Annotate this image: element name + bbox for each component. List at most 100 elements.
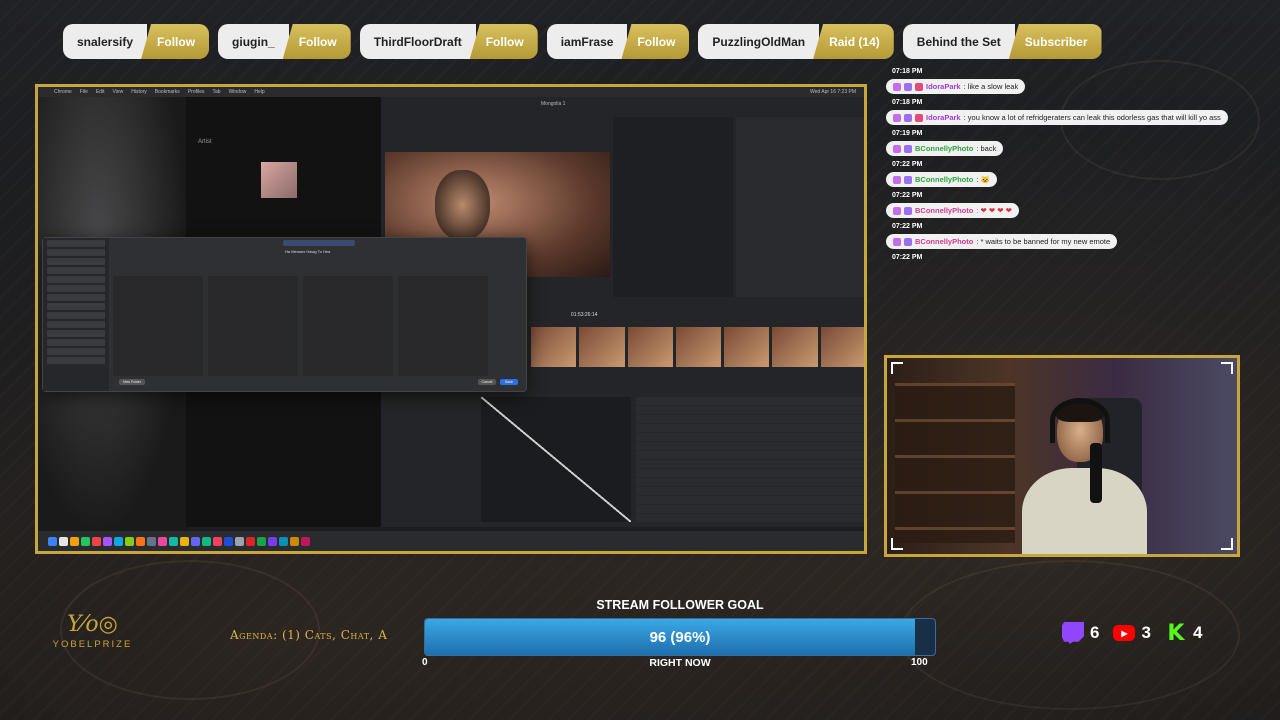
kick-count: 4 <box>1192 623 1203 642</box>
platform-count: K 4 <box>1165 620 1203 646</box>
event-pill: PuzzlingOldMan Raid (14) <box>698 24 894 59</box>
save-dialog[interactable]: Ha Mensex Hawg To Hea New Folder Cancel … <box>42 237 527 392</box>
album-cover[interactable] <box>261 162 297 198</box>
goal-value: 96 (96%) <box>649 629 711 646</box>
chat-username[interactable]: BConnellyPhoto <box>915 206 973 215</box>
chat-timestamp: 07:19 PM <box>892 130 923 137</box>
new-folder-button[interactable]: New Folder <box>119 379 145 385</box>
dock-app-icon[interactable] <box>180 536 189 546</box>
filename-input[interactable]: Ha Mensex Hawg To Hea <box>283 240 355 254</box>
goal-progress-bar: 96 (96%) <box>424 618 936 656</box>
chat-feed: 07:18 PM IdoraPark: like a slow leak 07:… <box>886 66 1276 263</box>
chat-text: : 🐱 <box>976 175 990 184</box>
node-graph[interactable] <box>613 117 733 297</box>
mac-menubar[interactable]: Chrome File Edit View History Bookmarks … <box>38 87 864 97</box>
dock-app-icon[interactable] <box>279 536 288 546</box>
menu-item[interactable]: Profiles <box>188 89 205 95</box>
viewer-subject <box>435 170 490 240</box>
frame-corner <box>1221 362 1233 374</box>
curves-editor[interactable] <box>481 397 631 522</box>
menu-item[interactable]: File <box>80 89 88 95</box>
timeline-clip[interactable] <box>627 327 673 367</box>
chat-username[interactable]: BConnellyPhoto <box>915 144 973 153</box>
timeline-clip[interactable] <box>675 327 722 367</box>
dock-app-icon[interactable] <box>136 536 145 546</box>
save-label: Save <box>505 380 513 384</box>
dock-app-icon[interactable] <box>169 536 178 546</box>
inspector-panel[interactable] <box>736 117 864 297</box>
chat-username[interactable]: BConnellyPhoto <box>915 237 973 246</box>
platform-count: ▶ 3 <box>1113 623 1151 643</box>
cancel-button[interactable]: Cancel <box>478 379 496 385</box>
dock-app-icon[interactable] <box>48 536 57 546</box>
dock-app-icon[interactable] <box>70 536 79 546</box>
folder-column[interactable] <box>113 276 203 376</box>
new-folder-label: New Folder <box>123 380 141 384</box>
menu-item[interactable]: Tab <box>213 89 221 95</box>
dialog-sidebar[interactable] <box>43 238 109 391</box>
clip-strip[interactable] <box>531 327 864 367</box>
dock-app-icon[interactable] <box>213 536 222 546</box>
timeline-clip[interactable] <box>531 327 577 367</box>
badge-icon <box>904 82 912 91</box>
mac-dock[interactable] <box>38 531 864 551</box>
chat-text: : back <box>976 144 997 153</box>
dock-app-icon[interactable] <box>103 536 112 546</box>
dock-app-icon[interactable] <box>268 536 277 546</box>
menu-item[interactable]: Bookmarks <box>155 89 180 95</box>
menu-item[interactable]: Window <box>229 89 247 95</box>
folder-column[interactable] <box>398 276 488 376</box>
chat-message: BConnellyPhoto: back <box>886 141 1004 156</box>
agenda-ticker: Agenda: (1) Cats, Chat, A <box>230 628 388 642</box>
dock-app-icon[interactable] <box>114 536 123 546</box>
cancel-label: Cancel <box>481 380 493 384</box>
dock-app-icon[interactable] <box>59 536 68 546</box>
menu-item[interactable]: View <box>112 89 123 95</box>
dock-app-icon[interactable] <box>235 536 244 546</box>
chat-username[interactable]: IdoraPark <box>926 113 961 122</box>
dock-app-icon[interactable] <box>92 536 101 546</box>
timeline-clip[interactable] <box>820 327 864 367</box>
project-title: Mongolia 1 <box>541 101 566 107</box>
dock-app-icon[interactable] <box>147 536 156 546</box>
folder-column[interactable] <box>303 276 393 376</box>
dock-app-icon[interactable] <box>224 536 233 546</box>
dock-app-icon[interactable] <box>290 536 299 546</box>
dock-app-icon[interactable] <box>191 536 200 546</box>
logo-text: YOBELPRIZE <box>52 639 133 650</box>
dock-app-icon[interactable] <box>158 536 167 546</box>
menubar-clock: Wed Apr 16 7:23 PM <box>809 89 856 95</box>
chat-text: : * waits to be banned for my new emote <box>976 237 1111 246</box>
dock-app-icon[interactable] <box>246 536 255 546</box>
event-name: giugin_ <box>218 24 289 59</box>
event-action: Subscriber <box>1008 24 1102 59</box>
chat-username[interactable]: BConnellyPhoto <box>915 175 973 184</box>
dock-app-icon[interactable] <box>81 536 90 546</box>
timeline-clip[interactable] <box>579 327 625 367</box>
chat-username[interactable]: IdoraPark <box>926 82 961 91</box>
chat-timestamp: 07:22 PM <box>892 223 923 230</box>
chat-text: : like a slow leak <box>963 82 1019 91</box>
streamer <box>1022 398 1147 554</box>
timeline-clip[interactable] <box>724 327 770 367</box>
menu-item[interactable]: Edit <box>96 89 105 95</box>
event-action: Raid (14) <box>813 24 894 59</box>
folder-column[interactable] <box>208 276 298 376</box>
menu-item[interactable]: Chrome <box>54 89 72 95</box>
keyframes-panel[interactable] <box>636 397 864 522</box>
timeline-clip[interactable] <box>772 327 818 367</box>
kick-icon: K <box>1167 620 1185 646</box>
badge-icon <box>893 175 901 184</box>
goal-subtitle: RIGHT NOW <box>649 657 711 669</box>
logo-mark-icon: Y⁄o◎ <box>67 612 118 637</box>
event-pill: Behind the Set Subscriber <box>902 24 1102 59</box>
dock-app-icon[interactable] <box>301 536 310 546</box>
dock-app-icon[interactable] <box>125 536 134 546</box>
badge-icon <box>915 113 923 122</box>
dock-app-icon[interactable] <box>202 536 211 546</box>
menu-item[interactable]: History <box>131 89 147 95</box>
save-button[interactable]: Save <box>500 379 518 385</box>
menu-item[interactable]: Help <box>254 89 264 95</box>
dock-app-icon[interactable] <box>257 536 266 546</box>
badge-icon <box>893 113 901 122</box>
